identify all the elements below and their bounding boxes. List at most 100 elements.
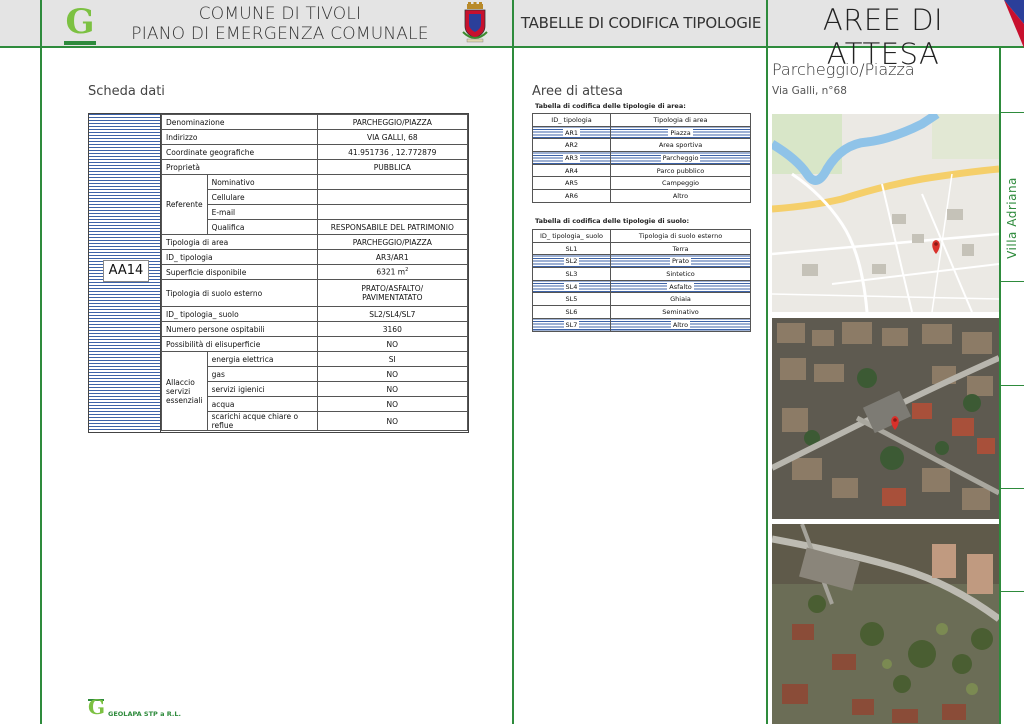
- row-value: VIA GALLI, 68: [316, 129, 469, 145]
- row-sublabel: gas: [206, 366, 318, 382]
- table-row: SL2 Prato: [532, 254, 751, 269]
- row-label: Indirizzo: [161, 129, 318, 145]
- row-label: Referente: [161, 174, 208, 235]
- plan-name: PIANO DI EMERGENZA COMUNALE: [131, 24, 429, 44]
- area-table-caption: Tabella di codifica delle tipologie di a…: [535, 102, 686, 110]
- cell-id: SL2: [532, 254, 611, 269]
- row-value: PARCHEGGIO/PIAZZA: [316, 114, 469, 130]
- row-sublabel: Cellulare: [206, 189, 318, 205]
- locality-tab[interactable]: Villa Adriana: [1001, 168, 1023, 268]
- row-label: Tipologia di suolo esterno: [161, 279, 318, 307]
- cell-name: Terra: [610, 241, 751, 256]
- sidebar-divider: [1001, 591, 1024, 592]
- table-row: Allaccio servizi essenziali energia elet…: [161, 351, 469, 431]
- table-row: scarichi acque chiare o reflue NO: [162, 411, 469, 431]
- cell-text: Piazza: [668, 128, 693, 137]
- row-label: Possibilità di elisuperficie: [161, 336, 318, 352]
- cell-text: AR1: [562, 128, 581, 137]
- cell-id: AR6: [532, 189, 611, 203]
- comune-name: COMUNE DI TIVOLI: [198, 4, 362, 24]
- row-sublabel: Nominativo: [206, 174, 318, 190]
- table-row: Tipologia di suolo esterno PRATO/ASFALTO…: [161, 279, 469, 307]
- row-value: 6321 m2: [316, 264, 469, 280]
- table-header-row: ID_ tipologia Tipologia di area: [532, 113, 751, 127]
- scheda-table: Denominazione PARCHEGGIO/PIAZZA Indirizz…: [161, 114, 469, 431]
- cell-name: Asfalto: [610, 279, 751, 294]
- green-divider: [512, 0, 514, 724]
- cell-text: SL4: [563, 282, 580, 291]
- table-row: Referente Nominativo: [161, 174, 469, 235]
- cell-id: AR1: [532, 125, 611, 140]
- table-row: AR5 Campeggio: [532, 176, 751, 191]
- sidebar-divider: [1001, 488, 1024, 489]
- table-row: AR1 Piazza: [532, 125, 751, 140]
- row-value: 41.951736 , 12.772879: [316, 144, 469, 160]
- soil-value-line: PAVIMENTATATO: [362, 293, 423, 302]
- table-row: Tipologia di area PARCHEGGIO/PIAZZA: [161, 234, 469, 250]
- table-row: Cellulare: [162, 189, 469, 205]
- allaccio-line: essenziali: [166, 395, 203, 405]
- table-row: SL6 Seminativo: [532, 305, 751, 319]
- cell-id: SL7: [532, 317, 611, 332]
- sidebar-divider: [1001, 112, 1024, 113]
- table-row: Numero persone ospitabili 3160: [161, 321, 469, 337]
- locality-label: Villa Adriana: [1005, 177, 1019, 259]
- table-row: gas NO: [162, 366, 469, 382]
- table-row: Superficie disponibile 6321 m2: [161, 264, 469, 280]
- cell-name: Piazza: [610, 125, 751, 140]
- cell-text: Asfalto: [667, 282, 694, 291]
- row-label: Allaccio servizi essenziali: [161, 351, 208, 431]
- sidebar-divider: [1001, 281, 1024, 282]
- satellite-view-aerial[interactable]: [772, 524, 999, 724]
- table-row: acqua NO: [162, 396, 469, 412]
- row-value: NO: [316, 396, 469, 412]
- row-label: Denominazione: [161, 114, 318, 130]
- cell-text: AR3: [562, 153, 581, 162]
- cell-name: Prato: [610, 254, 751, 269]
- row-sublabel: E-mail: [206, 204, 318, 220]
- cell-id: SL4: [532, 279, 611, 294]
- row-value: 3160: [316, 321, 469, 337]
- cell-id: SL3: [532, 267, 611, 281]
- cell-text: Altro: [670, 320, 691, 329]
- company-name: GEOLAPA STP a R.L.: [108, 710, 181, 718]
- row-value: NO: [316, 411, 469, 431]
- cell-id: AR2: [532, 138, 611, 153]
- street-map[interactable]: [772, 114, 999, 312]
- cell-id: SL6: [532, 305, 611, 319]
- cell-name: Area sportiva: [610, 138, 751, 153]
- table-row: E-mail: [162, 204, 469, 220]
- column-header: ID_ tipologia: [532, 113, 611, 127]
- row-label: Coordinate geografiche: [161, 144, 318, 160]
- allaccio-line: Allaccio: [166, 377, 195, 387]
- green-divider: [766, 0, 768, 724]
- logo-underline: [64, 41, 96, 45]
- allaccio-line: servizi: [166, 386, 191, 396]
- surface-value: 6321 m: [376, 267, 406, 277]
- scheda-table-panel: AA14 Denominazione PARCHEGGIO/PIAZZA Ind…: [88, 113, 469, 433]
- row-sublabel: energia elettrica: [206, 351, 318, 367]
- cell-name: Parco pubblico: [610, 163, 751, 178]
- row-value: [316, 174, 469, 190]
- row-label: ID_ tipologia_ suolo: [161, 306, 318, 322]
- row-value: [316, 189, 469, 205]
- sidebar-tab-strip: [999, 48, 1024, 724]
- table-row: SL5 Ghiaia: [532, 292, 751, 307]
- table-row: SL7 Altro: [532, 317, 751, 332]
- cell-id: AR3: [532, 151, 611, 165]
- soil-value-line: PRATO/ASFALTO/: [361, 284, 424, 293]
- row-sublabel: servizi igienici: [206, 381, 318, 397]
- cell-name: Sintetico: [610, 267, 751, 281]
- row-value: SI: [316, 351, 469, 367]
- row-sublabel: acqua: [206, 396, 318, 412]
- cell-id: SL5: [532, 292, 611, 307]
- location-title: Parcheggio/Piazza: [772, 60, 915, 79]
- cell-name: Altro: [610, 317, 751, 332]
- logo-letter: G: [65, 2, 95, 42]
- table-row: SL1 Terra: [532, 241, 751, 256]
- table-row: AR4 Parco pubblico: [532, 163, 751, 178]
- cell-name: Parcheggio: [610, 151, 751, 165]
- row-value: NO: [316, 336, 469, 352]
- satellite-view-close[interactable]: [772, 318, 999, 519]
- row-value: AR3/AR1: [316, 249, 469, 265]
